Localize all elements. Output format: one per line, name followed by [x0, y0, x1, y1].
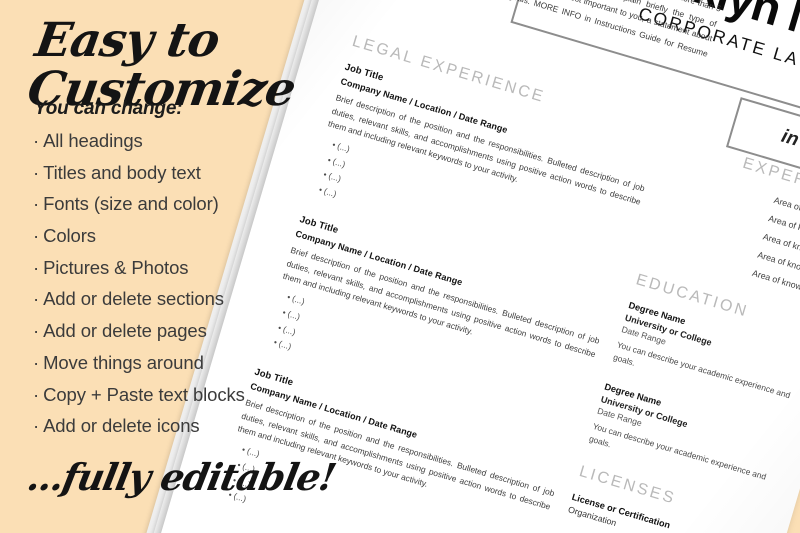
list-item: · Copy + Paste text blocks: [33, 383, 373, 405]
list-item-label: All headings: [43, 130, 143, 151]
list-item: · Add or delete pages: [33, 320, 373, 342]
list-item-label: Copy + Paste text blocks: [43, 383, 245, 405]
list-item-label: Add or delete pages: [43, 320, 207, 342]
list-item: · Pictures & Photos: [33, 256, 373, 278]
list-item-label: Add or delete sections: [43, 288, 224, 310]
bullet-dot: ·: [33, 256, 40, 278]
list-item: · Add or delete icons: [33, 415, 373, 437]
bullet-dot: ·: [33, 193, 40, 215]
list-item-label: Pictures & Photos: [43, 256, 189, 278]
bullet-dot: ·: [33, 130, 40, 151]
bullet-dot: ·: [33, 161, 40, 183]
list-item-label: Colors: [43, 225, 96, 247]
poster-canvas: Brooklyn May CORPORATE LAWYER in You can…: [0, 0, 800, 533]
list-item: · Colors: [33, 225, 373, 247]
list-item-label: Move things around: [43, 351, 204, 373]
promo-panel: Easy to Customize You can change: · All h…: [0, 0, 400, 533]
list-item: · Add or delete sections: [33, 290, 373, 309]
list-item: · Move things around: [33, 351, 373, 373]
bullet-dot: ·: [33, 288, 40, 310]
bullet-dot: ·: [33, 225, 40, 247]
promo-subtitle: You can change:: [34, 98, 183, 119]
bullet-dot: ·: [33, 320, 40, 342]
list-item-label: Fonts (size and color): [43, 193, 219, 215]
list-item-label: Titles and body text: [43, 161, 201, 183]
bullet-dot: ·: [33, 415, 40, 437]
list-item: · Fonts (size and color): [33, 195, 373, 214]
promo-feature-list: · All headings · Titles and body text · Fon…: [33, 130, 373, 449]
list-item: · Titles and body text: [33, 161, 373, 183]
bullet-dot: ·: [33, 383, 40, 405]
list-item-label: Add or delete icons: [43, 415, 200, 437]
list-item: · All headings: [33, 130, 373, 151]
promo-footer: ...fully editable!: [23, 455, 339, 499]
bullet-dot: ·: [33, 351, 40, 373]
linkedin-icon: in: [778, 125, 800, 151]
